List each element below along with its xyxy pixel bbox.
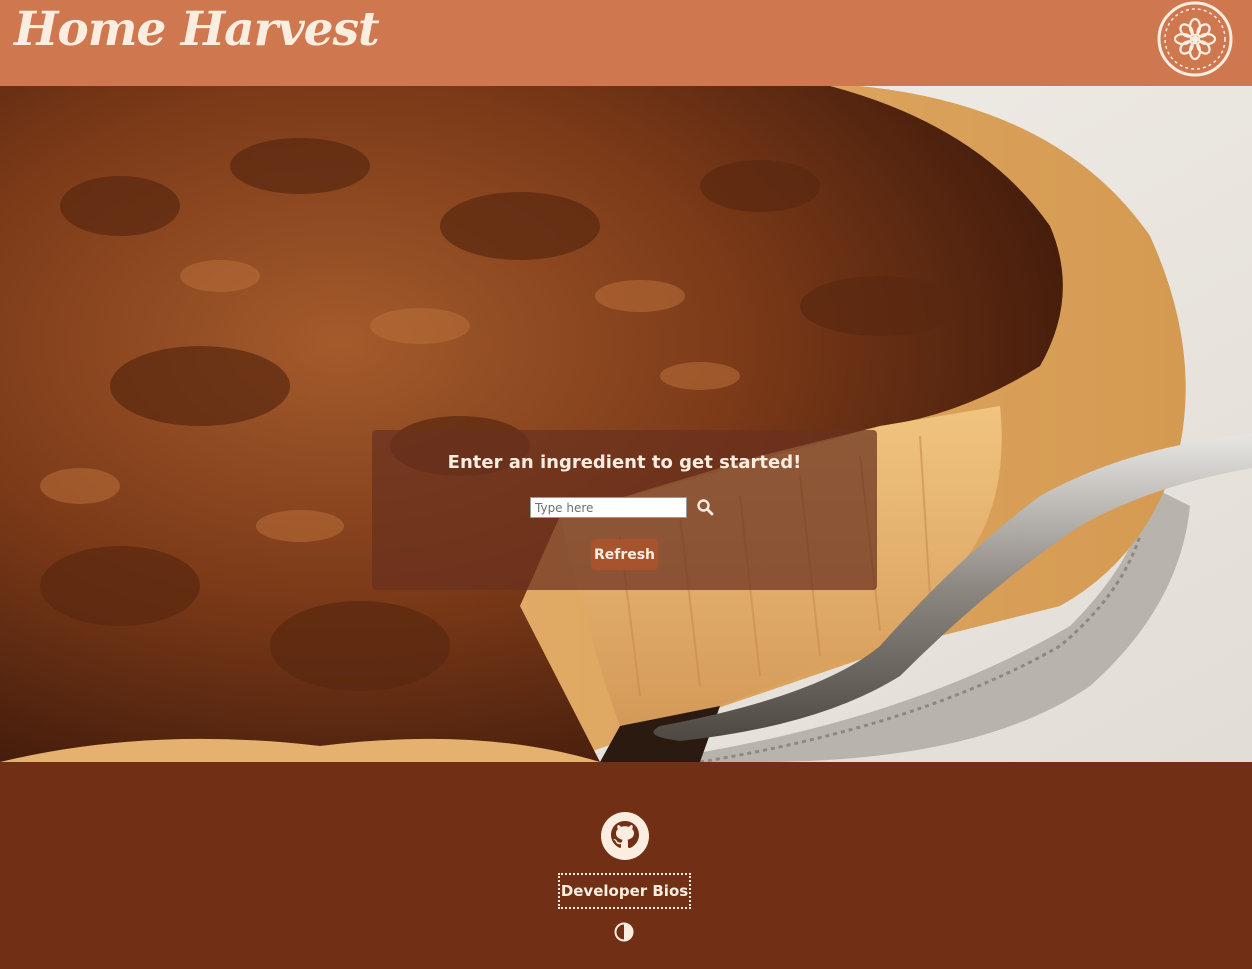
site-header: Home Harvest [0, 0, 1252, 86]
search-title: Enter an ingredient to get started! [447, 452, 802, 473]
pecan-pie-photo [0, 86, 1252, 762]
ingredient-search-input[interactable] [530, 497, 687, 518]
contrast-icon[interactable] [614, 922, 634, 942]
github-icon[interactable] [599, 810, 651, 862]
brand-title[interactable]: Home Harvest [14, 2, 380, 57]
site-footer: Developer Bios [0, 762, 1252, 969]
hero-section: Enter an ingredient to get started! Refr… [0, 86, 1252, 762]
search-panel: Enter an ingredient to get started! Refr… [372, 430, 877, 590]
search-icon[interactable] [696, 498, 714, 516]
developer-bios-link[interactable]: Developer Bios [558, 873, 691, 909]
refresh-button[interactable]: Refresh [591, 539, 658, 570]
flower-badge-icon[interactable] [1157, 1, 1233, 77]
